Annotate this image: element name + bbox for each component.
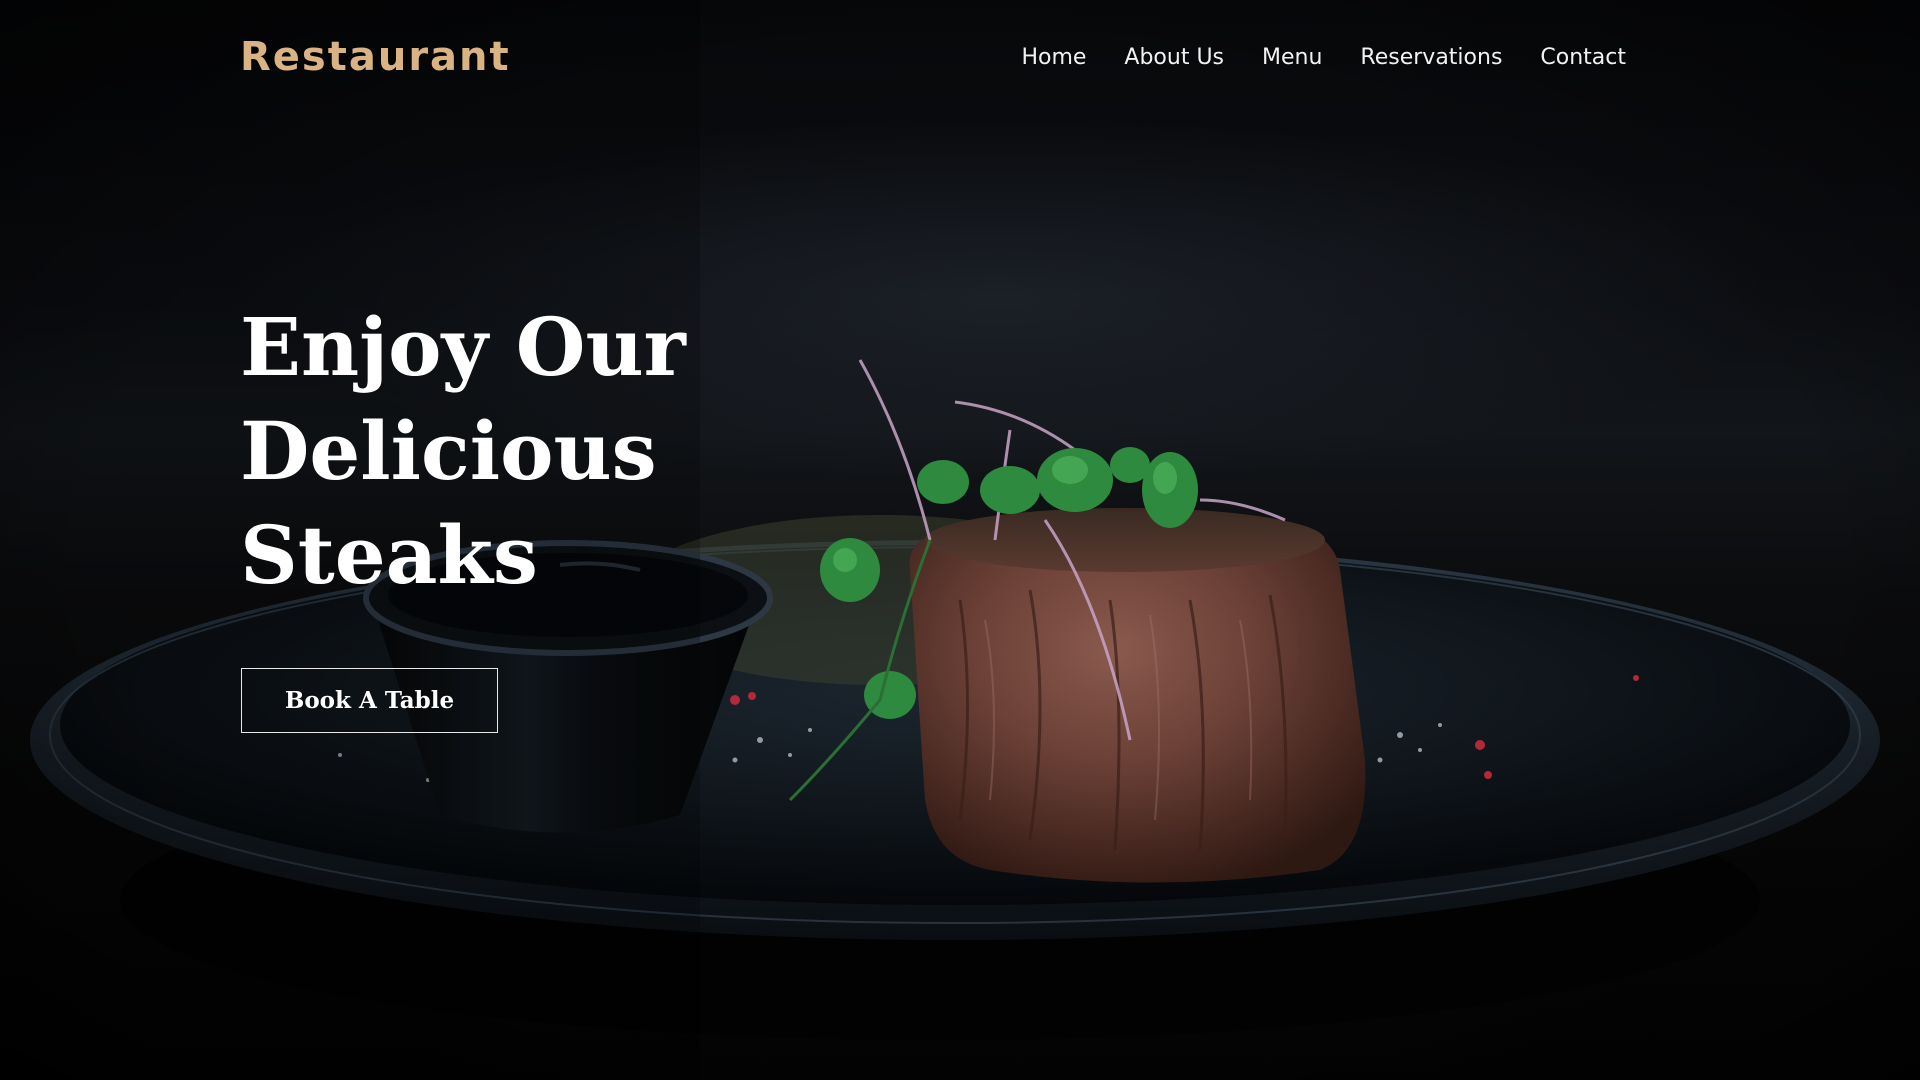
nav-reservations[interactable]: Reservations xyxy=(1360,45,1502,70)
hero-title: Enjoy Our Delicious Steaks xyxy=(240,295,800,607)
nav-menu[interactable]: Menu xyxy=(1262,45,1322,70)
main-nav: Home About Us Menu Reservations Contact xyxy=(1021,45,1626,70)
nav-home[interactable]: Home xyxy=(1021,45,1086,70)
nav-contact[interactable]: Contact xyxy=(1540,45,1626,70)
hero-title-line: Enjoy Our xyxy=(240,300,686,394)
landing-page: Restaurant Home About Us Menu Reservatio… xyxy=(0,0,1920,1080)
nav-about-us[interactable]: About Us xyxy=(1124,45,1224,70)
book-a-table-button[interactable]: Book A Table xyxy=(241,668,498,733)
brand-logo[interactable]: Restaurant xyxy=(240,34,511,80)
hero-title-line: Steaks xyxy=(240,508,538,602)
hero-title-line: Delicious xyxy=(240,404,657,498)
